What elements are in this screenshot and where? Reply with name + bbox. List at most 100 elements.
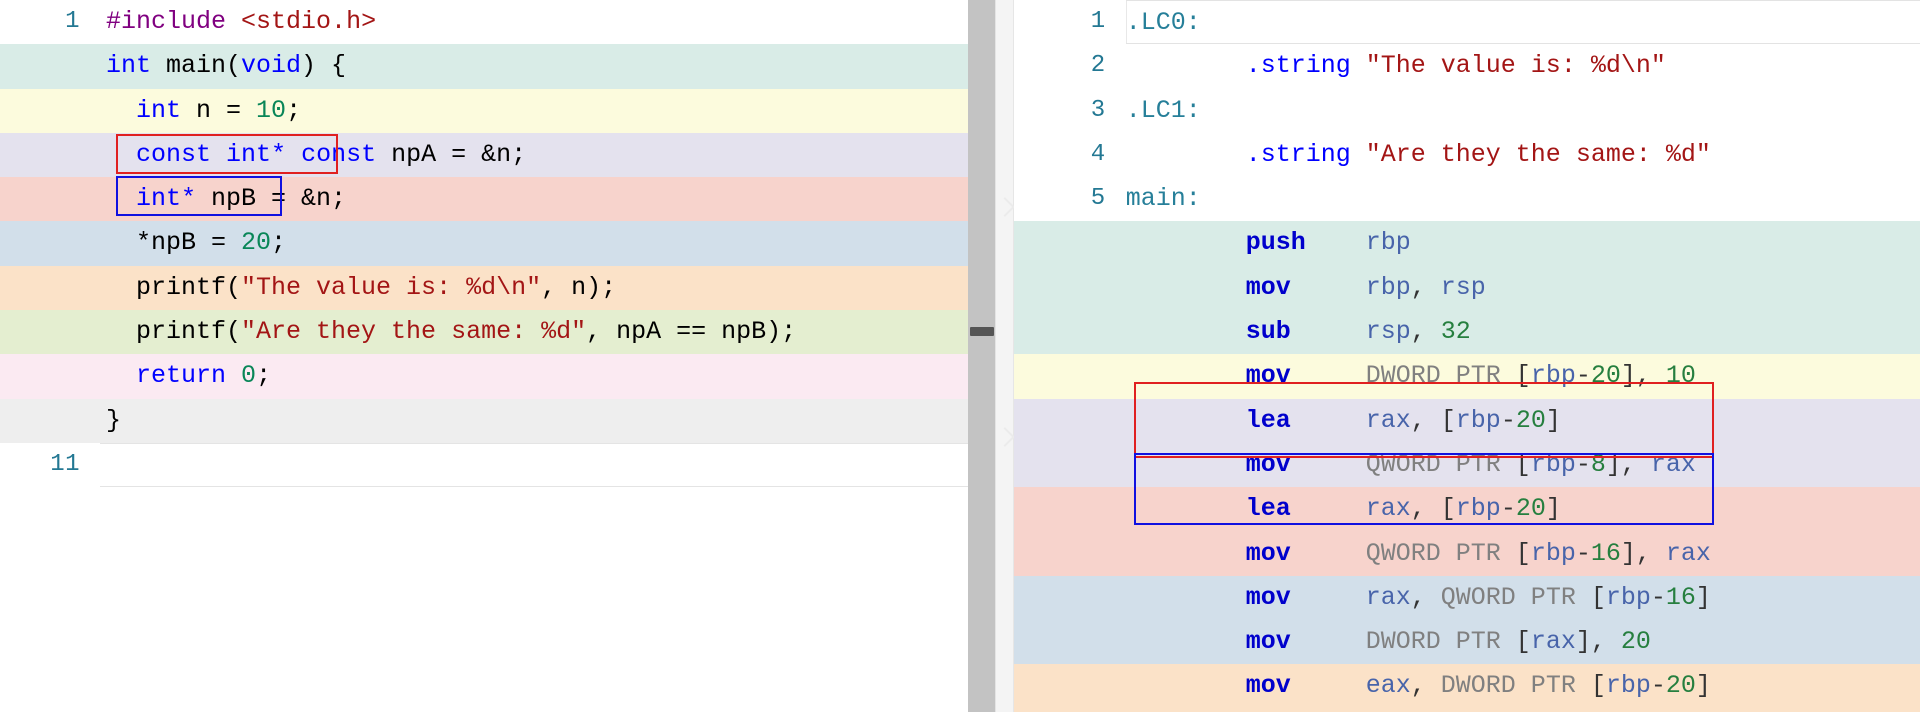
splitter-drag-handle[interactable]	[969, 327, 994, 336]
code-token: .string	[1245, 51, 1351, 81]
source-line-text[interactable]: int main(void) {	[100, 44, 968, 88]
source-line-text[interactable]: *npB = 20;	[100, 221, 968, 265]
splitter-track[interactable]	[994, 0, 1015, 712]
assembly-line-text[interactable]: mov eax, DWORD PTR [rbp-20]	[1126, 664, 1920, 708]
code-token: mov	[1245, 671, 1291, 701]
source-line[interactable]: 4 const int* const npA = &n;	[0, 132, 968, 178]
assembly-line-text[interactable]: .LC1:	[1126, 89, 1920, 133]
assembly-line-text[interactable]: .LC0:	[1125, 0, 1920, 45]
source-line-text[interactable]: int n = 10;	[100, 89, 968, 133]
assembly-line[interactable]: 12 lea rax, [rbp-20]	[1013, 487, 1920, 532]
assembly-line-text[interactable]: lea rax, [rbp-20]	[1126, 487, 1920, 531]
assembly-line-text[interactable]: mov QWORD PTR [rbp-16], rax	[1126, 532, 1920, 576]
source-line[interactable]: 5 int* npB = &n;	[0, 177, 968, 222]
code-token: n =	[181, 95, 257, 125]
source-line[interactable]: 11	[0, 442, 968, 488]
assembly-output-lines[interactable]: 1 .LC0: 2 .string "The value is: %d\n" 3 .LC…	[1013, 0, 1920, 712]
assembly-line[interactable]: 3 .LC1:	[1013, 88, 1920, 133]
source-line-text[interactable]	[100, 442, 968, 488]
code-token: lea	[1245, 494, 1291, 524]
source-line-text[interactable]: return 0;	[100, 354, 968, 398]
assembly-line-text[interactable]: .string "Are they the same: %d"	[1126, 133, 1920, 177]
code-token: , npA == npB);	[586, 317, 797, 347]
source-line[interactable]: 3 int n = 10;	[0, 88, 968, 133]
assembly-output-pane[interactable]: 1 .LC0: 2 .string "The value is: %d\n" 3 .LC…	[1013, 0, 1920, 712]
source-line-text[interactable]: #include <stdio.h>	[100, 0, 968, 44]
source-line[interactable]: 6 *npB = 20;	[0, 221, 968, 266]
source-line[interactable]: 8 printf("Are they the same: %d", npA ==…	[0, 310, 968, 355]
code-token: void	[241, 51, 302, 81]
line-number: 9	[0, 354, 100, 399]
code-token: -	[1575, 538, 1591, 568]
pane-splitter[interactable]	[967, 0, 996, 712]
assembly-line-text[interactable]: lea rax, [rbp-20]	[1126, 399, 1920, 443]
assembly-line[interactable]: 11 mov QWORD PTR [rbp-8], rax	[1013, 442, 1920, 488]
source-line[interactable]: 2 int main(void) {	[0, 44, 968, 89]
code-token: printf(	[106, 272, 242, 302]
assembly-line[interactable]: 15 mov DWORD PTR [rax], 20	[1013, 620, 1920, 665]
line-number: 14	[1013, 575, 1126, 621]
code-token: return	[136, 361, 227, 391]
assembly-line-text[interactable]: mov DWORD PTR [rbp-20], 10	[1126, 354, 1920, 398]
source-code-lines[interactable]: 1 #include <stdio.h> 2 int main(void) {3 in…	[0, 0, 968, 712]
assembly-line[interactable]: 14 mov rax, QWORD PTR [rbp-16]	[1013, 575, 1920, 621]
line-number: 4	[1013, 132, 1126, 178]
code-token: rax	[1665, 538, 1711, 568]
assembly-line-text[interactable]: mov QWORD PTR [rbp-8], rax	[1126, 443, 1920, 487]
code-token: -	[1500, 494, 1516, 524]
assembly-line[interactable]: 8 sub rsp, 32	[1013, 310, 1920, 355]
source-line-text[interactable]: printf("The value is: %d\n", n);	[100, 266, 968, 310]
code-token: ,	[1410, 671, 1441, 701]
code-token: 20	[1665, 671, 1696, 701]
assembly-line-text[interactable]: mov rax, QWORD PTR [rbp-16]	[1126, 576, 1920, 620]
code-token: [	[1515, 449, 1531, 479]
line-number: 11	[1013, 442, 1126, 488]
assembly-line-text[interactable]: push rbp	[1126, 221, 1920, 265]
code-token: #include	[106, 7, 227, 36]
code-token: QWORD PTR	[1365, 449, 1516, 479]
code-token: int	[106, 51, 152, 81]
assembly-line[interactable]: 4 .string "Are they the same: %d"	[1013, 132, 1920, 178]
assembly-line[interactable]: 1 .LC0:	[1013, 0, 1920, 45]
code-token: rbp	[1530, 449, 1576, 479]
source-code-pane[interactable]: 1 #include <stdio.h> 2 int main(void) {3 in…	[0, 0, 968, 712]
code-token: ;	[286, 95, 302, 125]
code-token: main:	[1125, 184, 1201, 214]
source-line-text[interactable]: }	[100, 399, 968, 443]
line-number: 3	[1013, 88, 1126, 133]
assembly-line-text[interactable]: mov DWORD PTR [rax], 20	[1126, 620, 1920, 664]
code-token: ;	[256, 361, 272, 391]
source-line[interactable]: 7 printf("The value is: %d\n", n);	[0, 265, 968, 311]
source-line-text[interactable]: int* npB = &n;	[100, 177, 968, 221]
code-token: 0	[241, 361, 257, 391]
assembly-line-text[interactable]: mov rbp, rsp	[1126, 266, 1920, 310]
assembly-line[interactable]: 9 mov DWORD PTR [rbp-20], 10	[1013, 354, 1920, 399]
assembly-line[interactable]: 7 mov rbp, rsp	[1013, 265, 1920, 311]
code-token: 20	[1590, 361, 1621, 391]
assembly-line[interactable]: 6 push rbp	[1013, 221, 1920, 266]
line-number: 6	[0, 221, 100, 266]
assembly-line[interactable]: 5 main:	[1013, 177, 1920, 222]
source-line[interactable]: 10}	[0, 398, 968, 443]
assembly-line-text[interactable]: .string "The value is: %d\n"	[1126, 44, 1920, 88]
source-line-text[interactable]: printf("Are they the same: %d", npA == n…	[100, 310, 968, 354]
code-token: "The value is: %d\n"	[1365, 51, 1666, 81]
source-line[interactable]: 9 return 0;	[0, 354, 968, 399]
assembly-line-text[interactable]: sub rsp, 32	[1126, 310, 1920, 354]
assembly-line-text[interactable]: main:	[1126, 177, 1920, 221]
code-token: "Are they the same: %d"	[1365, 139, 1711, 169]
source-line-text[interactable]: const int* const npA = &n;	[100, 133, 968, 177]
assembly-line[interactable]: 13 mov QWORD PTR [rbp-16], rax	[1013, 531, 1920, 576]
code-token: rax	[1365, 405, 1411, 435]
assembly-line[interactable]: 16 mov eax, DWORD PTR [rbp-20]	[1013, 664, 1920, 709]
assembly-line[interactable]: 2 .string "The value is: %d\n"	[1013, 44, 1920, 89]
code-token: rax	[1650, 449, 1696, 479]
assembly-line[interactable]: 10 lea rax, [rbp-20]	[1013, 398, 1920, 443]
code-token: 32	[1440, 317, 1471, 347]
code-token: const	[301, 139, 377, 169]
source-line[interactable]: 1 #include <stdio.h>	[0, 0, 968, 45]
